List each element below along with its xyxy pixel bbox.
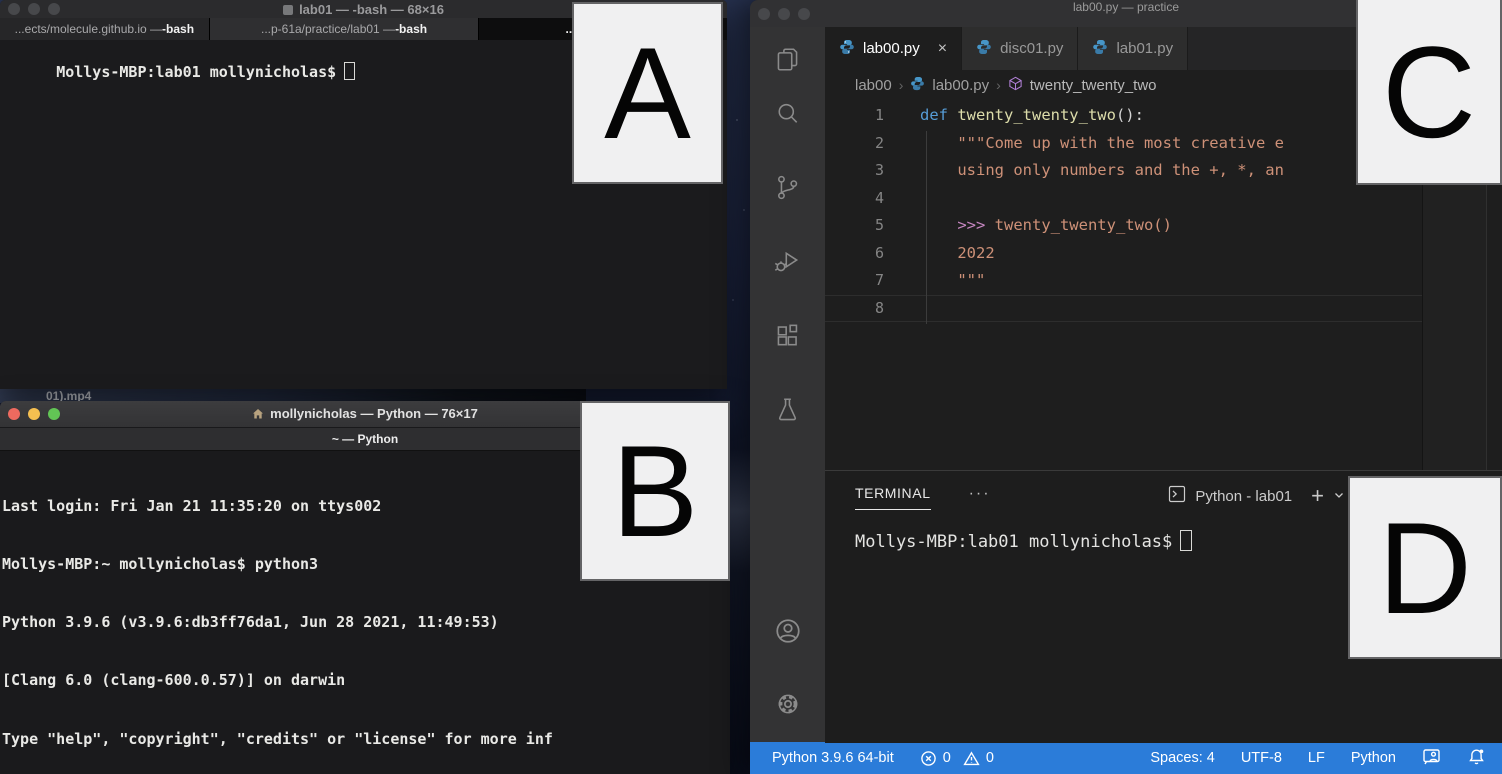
home-icon [252,408,264,423]
explorer-button[interactable] [750,27,825,79]
new-terminal-button[interactable]: + [1311,483,1324,509]
indent-guide [926,131,927,324]
terminal-b-tab-label: ~ — Python [332,432,398,446]
tab-lab00[interactable]: lab00.py × [825,27,962,70]
terminal-line: Type "help", "copyright", "credits" or "… [2,730,730,749]
files-icon [773,45,802,79]
shell-prompt: Mollys-MBP:lab01 mollynicholas$ [855,532,1172,552]
terminal-line: [Clang 6.0 (clang-600.0.57)] on darwin [2,671,730,690]
source-control-icon [773,173,802,207]
python-icon [839,39,855,59]
terminal-icon [1168,485,1186,507]
more-actions-icon[interactable]: ··· [969,485,991,511]
desktop: 01).mp4 lab01 — -bash — 68×16 ...ects/mo… [0,0,1502,774]
testing-button[interactable] [750,375,825,449]
run-debug-button[interactable] [750,227,825,301]
chevron-down-icon[interactable] [1333,488,1345,505]
warning-count: 0 [986,750,994,766]
search-button[interactable] [750,79,825,153]
label-a: A [572,2,723,184]
terminal-selector[interactable]: Python - lab01 [1195,488,1292,505]
tab-label: disc01.py [1000,40,1063,57]
accounts-button[interactable] [750,616,825,651]
python-icon [910,76,925,95]
tab-label: lab01.py [1116,40,1173,57]
breadcrumb-folder[interactable]: lab00 [855,77,892,94]
source-control-button[interactable] [750,153,825,227]
python-icon [1092,39,1108,59]
tab-terminal[interactable]: TERMINAL [855,485,931,510]
chevron-right-icon: › [899,77,904,93]
terminal-cursor [1180,530,1192,551]
label-b: B [580,401,730,581]
tab-label: lab00.py [863,40,920,57]
breadcrumb-symbol[interactable]: twenty_twenty_two [1030,77,1157,94]
tab-label-bold: -bash [162,22,194,36]
extensions-icon [773,321,802,355]
account-icon [773,616,803,651]
beaker-icon [773,395,802,429]
breadcrumb-file[interactable]: lab00.py [932,77,989,94]
search-icon [773,99,802,133]
eol-status[interactable]: LF [1308,750,1325,766]
notifications-bell-icon[interactable] [1467,747,1486,770]
label-c: C [1356,0,1502,185]
settings-button[interactable] [750,689,825,724]
terminal-line: Python 3.9.6 (v3.9.6:db3ff76da1, Jun 28 … [2,613,730,632]
chevron-right-icon: › [996,77,1001,93]
python-interpreter-status[interactable]: Python 3.9.6 64-bit [772,750,894,766]
terminal-tab-lab01[interactable]: ...p-61a/practice/lab01 — -bash [210,18,480,40]
close-icon[interactable]: × [938,40,947,58]
window-proxy-icon [283,5,293,15]
tab-label: ...p-61a/practice/lab01 — [261,22,395,36]
indentation-status[interactable]: Spaces: 4 [1150,750,1215,766]
status-bar: Python 3.9.6 64-bit 0 0 Spaces: 4 UTF-8 … [750,742,1502,774]
symbol-cube-icon [1008,76,1023,95]
tab-label: ...ects/molecule.github.io — [15,22,162,36]
encoding-status[interactable]: UTF-8 [1241,750,1282,766]
tab-label-bold: -bash [395,22,427,36]
shell-prompt: Mollys-MBP:lab01 mollynicholas$ [56,63,336,81]
python-icon [976,39,992,59]
error-count: 0 [943,750,951,766]
gear-icon [773,689,803,724]
extensions-button[interactable] [750,301,825,375]
activity-bar [750,27,825,742]
terminal-tab-molecule[interactable]: ...ects/molecule.github.io — -bash [0,18,210,40]
tab-disc01[interactable]: disc01.py [962,27,1078,70]
tab-lab01[interactable]: lab01.py [1078,27,1188,70]
feedback-icon[interactable] [1422,747,1441,770]
label-d: D [1348,476,1502,659]
language-mode-status[interactable]: Python [1351,750,1396,766]
problems-status[interactable]: 0 0 [920,750,994,767]
debug-icon [773,247,802,281]
terminal-cursor [344,62,355,80]
